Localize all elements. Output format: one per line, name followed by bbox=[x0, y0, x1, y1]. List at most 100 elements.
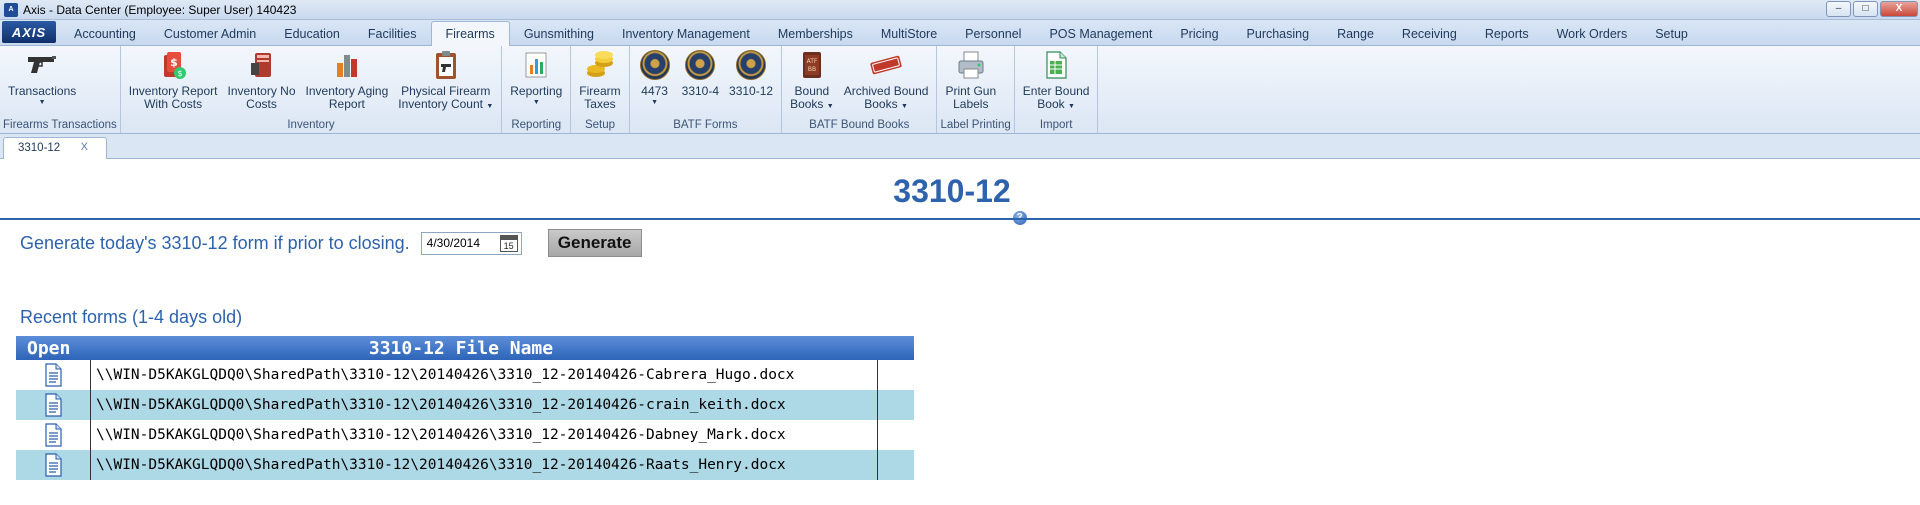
file-name-cell: \\WIN-D5KAKGLQDQ0\SharedPath\3310-12\201… bbox=[91, 360, 878, 390]
form-3310-12-button[interactable]: 3310-12 bbox=[724, 48, 778, 117]
tab-facilities[interactable]: Facilities bbox=[354, 23, 431, 45]
tab-purchasing[interactable]: Purchasing bbox=[1233, 23, 1324, 45]
tab-pricing[interactable]: Pricing bbox=[1166, 23, 1232, 45]
generate-row: Generate today's 3310-12 form if prior t… bbox=[20, 229, 642, 257]
column-header-open[interactable]: Open bbox=[16, 338, 88, 359]
generate-prompt: Generate today's 3310-12 form if prior t… bbox=[20, 232, 410, 253]
open-file-button[interactable] bbox=[16, 420, 91, 450]
group-label: Reporting bbox=[511, 119, 562, 131]
group-label: BATF Bound Books bbox=[809, 119, 910, 131]
ribbon-group-batf-forms: 4473 ▼ 3310-4 3310-12 BATF Forms bbox=[630, 46, 783, 133]
archived-bound-books-button[interactable]: Archived Bound Books ▼ bbox=[839, 48, 934, 117]
tab-education[interactable]: Education bbox=[270, 23, 354, 45]
tab-setup[interactable]: Setup bbox=[1641, 23, 1702, 45]
open-file-button[interactable] bbox=[16, 450, 91, 480]
calendar-icon[interactable]: 15 bbox=[499, 234, 518, 252]
recent-forms-grid: Open 3310-12 File Name \\WIN-D5KAKGLQDQ0… bbox=[16, 336, 914, 480]
tab-range[interactable]: Range bbox=[1323, 23, 1388, 45]
title-bar: A Axis - Data Center (Employee: Super Us… bbox=[0, 0, 1920, 20]
dropdown-arrow-icon: ▼ bbox=[486, 103, 494, 110]
tab-multistore[interactable]: MultiStore bbox=[867, 23, 951, 45]
recent-forms-label: Recent forms (1-4 days old) bbox=[20, 307, 243, 327]
tab-customer-admin[interactable]: Customer Admin bbox=[150, 23, 270, 45]
ribbon-group-inventory: $ $ Inventory Report With Costs Inventory… bbox=[121, 46, 503, 133]
document-icon bbox=[45, 393, 62, 417]
archived-stamp-icon bbox=[869, 48, 903, 82]
dropdown-arrow-icon: ▼ bbox=[1068, 103, 1075, 110]
title-divider bbox=[0, 218, 1920, 220]
document-icon bbox=[45, 423, 62, 447]
report-book-icon bbox=[245, 48, 279, 82]
file-name-cell: \\WIN-D5KAKGLQDQ0\SharedPath\3310-12\201… bbox=[91, 390, 878, 420]
tab-accounting[interactable]: Accounting bbox=[60, 23, 150, 45]
document-tab-3310-12[interactable]: 3310-12 X bbox=[3, 137, 107, 159]
form-4473-button[interactable]: 4473 ▼ bbox=[633, 48, 677, 117]
bound-book-icon: ATF BB bbox=[795, 48, 829, 82]
enter-bound-book-button[interactable]: Enter Bound Book ▼ bbox=[1018, 48, 1095, 117]
table-row[interactable]: \\WIN-D5KAKGLQDQ0\SharedPath\3310-12\201… bbox=[16, 450, 914, 480]
app-icon: A bbox=[4, 2, 18, 17]
menu-bar: AXIS Accounting Customer Admin Education… bbox=[0, 20, 1920, 46]
open-file-button[interactable] bbox=[16, 360, 91, 390]
spreadsheet-icon bbox=[1039, 48, 1073, 82]
pistol-icon bbox=[25, 48, 59, 82]
physical-firearm-inventory-count-button[interactable]: Physical Firearm Inventory Count ▼ bbox=[393, 48, 498, 117]
tab-gunsmithing[interactable]: Gunsmithing bbox=[510, 23, 608, 45]
svg-text:$: $ bbox=[178, 69, 183, 78]
file-name-cell: \\WIN-D5KAKGLQDQ0\SharedPath\3310-12\201… bbox=[91, 420, 878, 450]
ribbon-group-import: Enter Bound Book ▼ Import bbox=[1015, 46, 1099, 133]
dropdown-arrow-icon: ▼ bbox=[651, 99, 659, 106]
dropdown-arrow-icon: ▼ bbox=[532, 99, 540, 106]
ribbon-group-batf-bound-books: ATF BB Bound Books ▼ Archived Bound Books… bbox=[782, 46, 938, 133]
tab-pos-management[interactable]: POS Management bbox=[1035, 23, 1166, 45]
tab-work-orders[interactable]: Work Orders bbox=[1543, 23, 1642, 45]
transactions-button[interactable]: Transactions ▼ bbox=[3, 48, 81, 117]
svg-text:$: $ bbox=[170, 56, 178, 69]
inventory-no-costs-button[interactable]: Inventory No Costs bbox=[222, 48, 300, 117]
group-label: BATF Forms bbox=[673, 119, 738, 131]
close-button[interactable]: X bbox=[1880, 1, 1918, 17]
inventory-aging-report-button[interactable]: Inventory Aging Report bbox=[301, 48, 394, 117]
chart-report-icon bbox=[519, 48, 553, 82]
dropdown-arrow-icon: ▼ bbox=[826, 103, 834, 110]
inventory-report-with-costs-button[interactable]: $ $ Inventory Report With Costs bbox=[124, 48, 223, 117]
ribbon-group-firearms-transactions: Transactions ▼ Firearms Transactions bbox=[0, 46, 121, 133]
bar-chart-icon bbox=[330, 48, 364, 82]
document-icon bbox=[45, 363, 62, 387]
generate-button[interactable]: Generate bbox=[547, 229, 642, 257]
close-tab-icon[interactable]: X bbox=[81, 141, 88, 153]
table-row[interactable]: \\WIN-D5KAKGLQDQ0\SharedPath\3310-12\201… bbox=[16, 420, 914, 450]
bound-books-button[interactable]: ATF BB Bound Books ▼ bbox=[785, 48, 839, 117]
reporting-button[interactable]: Reporting ▼ bbox=[505, 48, 567, 117]
ribbon-group-setup: Firearm Taxes Setup bbox=[571, 46, 630, 133]
firearm-taxes-button[interactable]: Firearm Taxes bbox=[574, 48, 625, 117]
group-label: Firearms Transactions bbox=[3, 119, 117, 131]
tab-memberships[interactable]: Memberships bbox=[764, 23, 867, 45]
file-name-cell: \\WIN-D5KAKGLQDQ0\SharedPath\3310-12\201… bbox=[91, 450, 878, 480]
minimize-button[interactable]: – bbox=[1826, 1, 1851, 17]
open-file-button[interactable] bbox=[16, 390, 91, 420]
main-content: 3310-12? Generate today's 3310-12 form i… bbox=[0, 159, 1920, 499]
batf-seal-icon bbox=[736, 50, 767, 80]
table-row[interactable]: \\WIN-D5KAKGLQDQ0\SharedPath\3310-12\201… bbox=[16, 390, 914, 420]
maximize-button[interactable]: □ bbox=[1853, 1, 1878, 17]
svg-text:ATF: ATF bbox=[806, 58, 817, 65]
date-input[interactable]: 4/30/2014 15 bbox=[420, 231, 522, 255]
table-row[interactable]: \\WIN-D5KAKGLQDQ0\SharedPath\3310-12\201… bbox=[16, 360, 914, 390]
print-gun-labels-button[interactable]: Print Gun Labels bbox=[940, 48, 1001, 117]
tab-firearms[interactable]: Firearms bbox=[430, 21, 510, 46]
report-dollar-icon: $ $ bbox=[156, 48, 190, 82]
column-header-file-name[interactable]: 3310-12 File Name bbox=[88, 338, 914, 359]
tab-inventory-management[interactable]: Inventory Management bbox=[608, 23, 764, 45]
window-title: Axis - Data Center (Employee: Super User… bbox=[23, 2, 297, 17]
tab-receiving[interactable]: Receiving bbox=[1388, 23, 1471, 45]
axis-logo[interactable]: AXIS bbox=[2, 21, 56, 43]
printer-icon bbox=[954, 48, 988, 82]
grid-header: Open 3310-12 File Name bbox=[16, 336, 914, 360]
tab-personnel[interactable]: Personnel bbox=[951, 23, 1035, 45]
dropdown-arrow-icon: ▼ bbox=[38, 99, 46, 106]
ribbon: Transactions ▼ Firearms Transactions $ $ … bbox=[0, 46, 1920, 134]
tab-reports[interactable]: Reports bbox=[1471, 23, 1543, 45]
form-3310-4-button[interactable]: 3310-4 bbox=[677, 48, 724, 117]
coins-icon bbox=[583, 48, 617, 82]
